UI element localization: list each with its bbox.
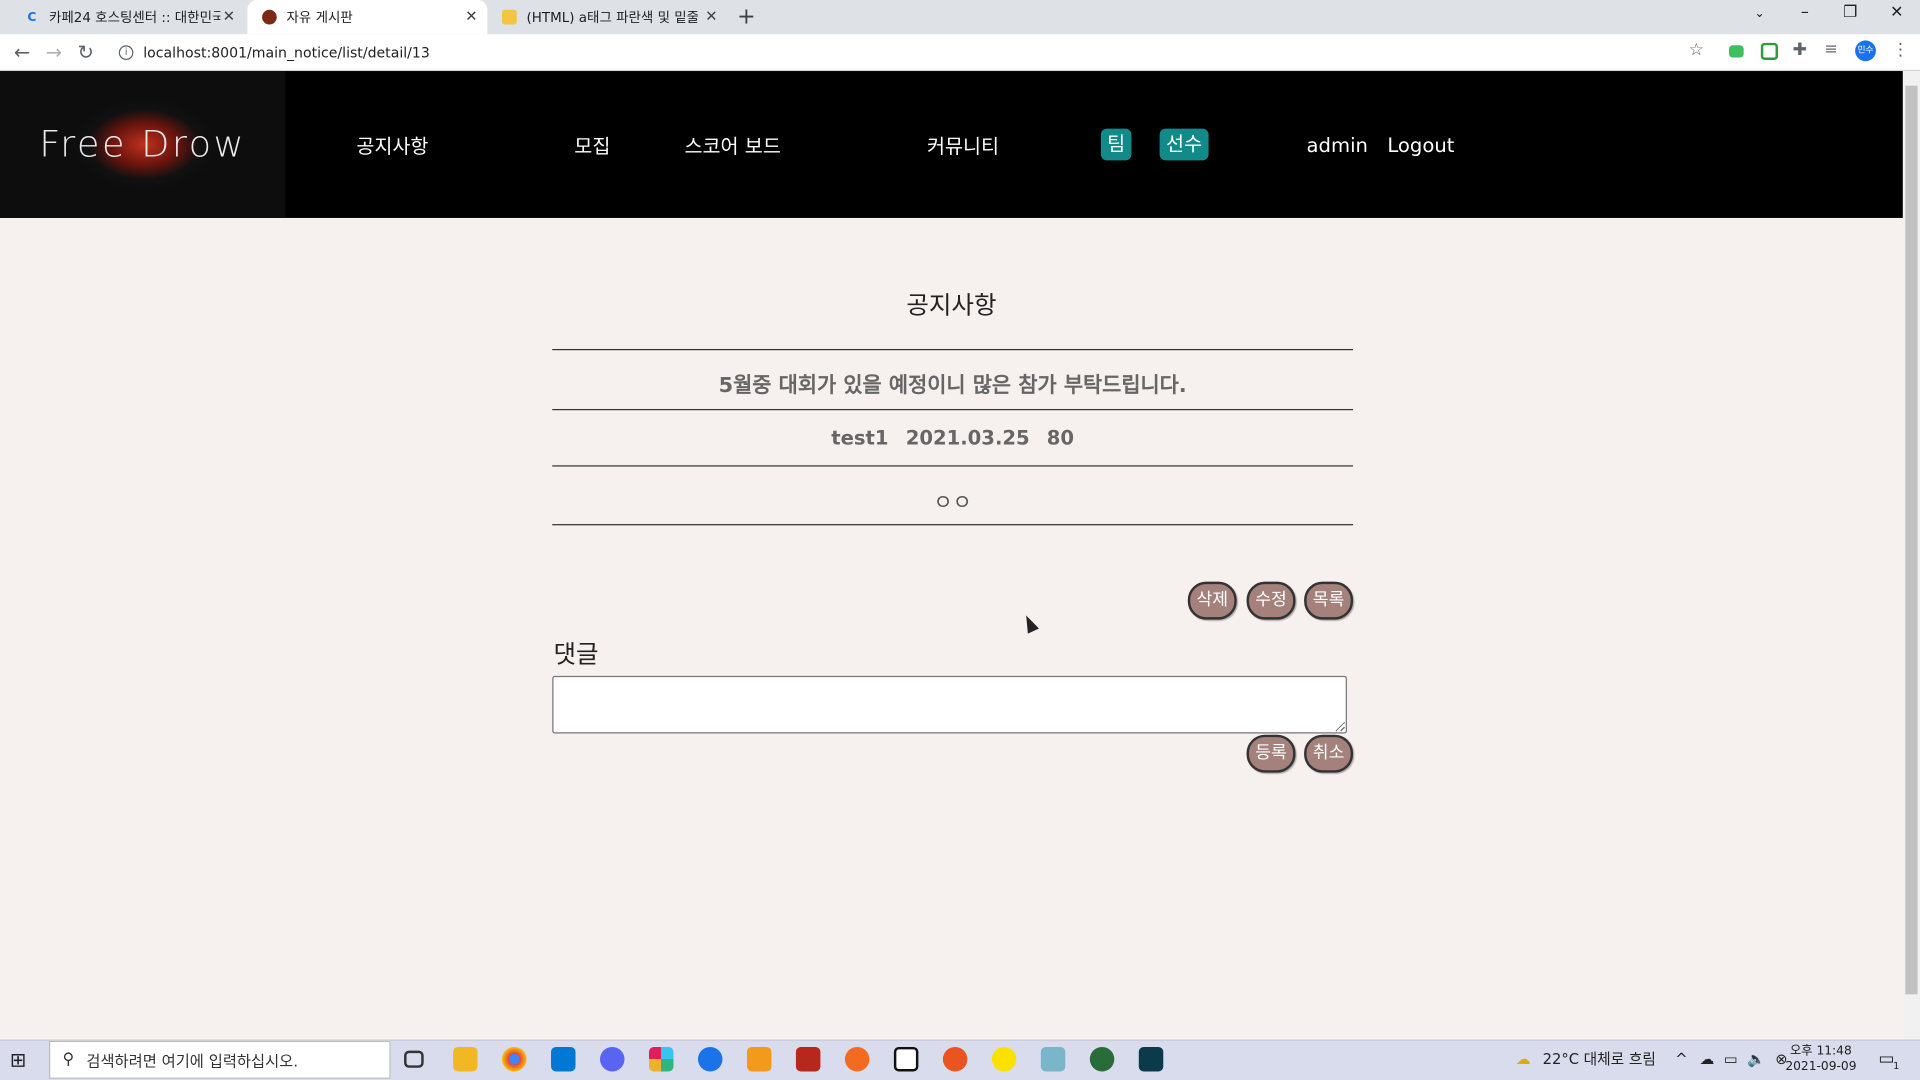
divider bbox=[552, 408, 1354, 411]
tab-title: (HTML) a태그 파란색 및 밑줄 없 bbox=[526, 9, 698, 26]
site-logo[interactable]: Free Drow bbox=[0, 71, 286, 218]
close-window-icon[interactable]: ✕ bbox=[1878, 4, 1915, 22]
tab-title: 자유 게시판 bbox=[286, 9, 353, 26]
blog-favicon-icon bbox=[502, 9, 517, 25]
tab-search-chevron-icon[interactable]: ⌄ bbox=[1742, 7, 1776, 20]
taskbar-clock[interactable]: 오후 11:48 2021-09-09 bbox=[1785, 1043, 1856, 1075]
weather-icon: ☁ bbox=[1515, 1050, 1531, 1068]
search-icon: ⚲ bbox=[62, 1050, 75, 1069]
ubuntu-icon[interactable] bbox=[942, 1046, 968, 1072]
edit-button[interactable]: 수정 bbox=[1246, 581, 1296, 620]
postman-icon[interactable] bbox=[844, 1046, 870, 1072]
comment-submit-button[interactable]: 등록 bbox=[1246, 734, 1296, 773]
delete-button[interactable]: 삭제 bbox=[1187, 581, 1237, 620]
nav-username[interactable]: admin bbox=[1307, 133, 1368, 156]
clock-date: 2021-09-09 bbox=[1785, 1060, 1857, 1074]
clock-time: 오후 11:48 bbox=[1790, 1044, 1852, 1058]
nav-scoreboard-link[interactable]: 스코어 보드 bbox=[684, 130, 780, 159]
system-tray: ☁ 22°C 대체로 흐림 ^ ☁ ▭ 🔈 ⊗ bbox=[1516, 1048, 1788, 1069]
heidisql-icon[interactable] bbox=[1089, 1046, 1115, 1072]
cafe24-favicon-icon: C bbox=[27, 10, 37, 24]
file-explorer-icon[interactable] bbox=[453, 1046, 478, 1072]
tab-title: 카페24 호스팅센터 :: 대한민국 N bbox=[48, 9, 221, 26]
extension-green-icon[interactable] bbox=[1728, 45, 1744, 58]
volume-icon[interactable]: 🔈 bbox=[1747, 1051, 1765, 1068]
post-meta: test1 2021.03.25 80 bbox=[552, 426, 1353, 449]
browser-tab-active[interactable]: 자유 게시판 ✕ bbox=[247, 0, 488, 35]
comment-cancel-button[interactable]: 취소 bbox=[1304, 734, 1354, 773]
page-title: 공지사항 bbox=[906, 290, 997, 320]
kakaotalk-icon[interactable] bbox=[991, 1046, 1017, 1072]
taskbar-search-placeholder: 검색하려면 여기에 입력하십시오. bbox=[86, 1051, 299, 1071]
vscode-icon[interactable] bbox=[551, 1046, 576, 1072]
filezilla-icon[interactable] bbox=[795, 1046, 821, 1072]
browser-tab[interactable]: C 카페24 호스팅센터 :: 대한민국 N ✕ bbox=[10, 0, 245, 34]
close-tab-icon[interactable]: ✕ bbox=[465, 7, 477, 24]
scrollbar-thumb[interactable] bbox=[1905, 85, 1918, 995]
notification-count: 1 bbox=[1893, 1060, 1900, 1072]
post-title: 5월중 대회가 있을 예정이니 많은 참가 부탁드립니다. bbox=[718, 373, 1187, 398]
sublime-icon[interactable] bbox=[746, 1046, 772, 1072]
taskbar-search-box[interactable]: ⚲ 검색하려면 여기에 입력하십시오. bbox=[48, 1040, 391, 1079]
chrome-icon[interactable] bbox=[502, 1046, 527, 1072]
browser-menu-icon[interactable]: ⋮ bbox=[1892, 40, 1909, 60]
nav-logout-link[interactable]: Logout bbox=[1387, 133, 1454, 156]
address-bar[interactable]: i localhost:8001/main_notice/list/detail… bbox=[110, 39, 1715, 67]
extensions-puzzle-icon[interactable]: ✚ bbox=[1793, 40, 1807, 60]
task-view-icon[interactable] bbox=[404, 1050, 424, 1068]
post-author: test1 bbox=[831, 426, 889, 450]
windows-start-icon[interactable]: ⊞ bbox=[10, 1048, 26, 1071]
divider bbox=[552, 348, 1354, 351]
onedrive-icon[interactable]: ☁ bbox=[1700, 1051, 1715, 1068]
nav-player-button[interactable]: 선수 bbox=[1159, 128, 1209, 161]
extension-tv-icon[interactable] bbox=[1760, 42, 1778, 61]
close-tab-icon[interactable]: ✕ bbox=[223, 7, 235, 24]
slack-icon[interactable] bbox=[648, 1046, 674, 1072]
app-icon[interactable] bbox=[1040, 1046, 1066, 1072]
bookmark-star-icon[interactable]: ☆ bbox=[1689, 40, 1704, 60]
site-info-icon[interactable]: i bbox=[118, 45, 134, 61]
discord-icon[interactable] bbox=[600, 1046, 625, 1072]
back-arrow-icon[interactable]: ← bbox=[10, 40, 34, 63]
post-views: 80 bbox=[1046, 426, 1075, 450]
mouse-cursor-icon bbox=[1020, 612, 1039, 634]
forward-arrow-icon[interactable]: → bbox=[42, 40, 66, 63]
nav-team-button[interactable]: 팀 bbox=[1100, 128, 1132, 161]
profile-avatar[interactable]: 민수 bbox=[1855, 40, 1876, 62]
list-button[interactable]: 목록 bbox=[1304, 581, 1354, 620]
comment-textarea[interactable] bbox=[552, 675, 1347, 734]
new-tab-plus-icon[interactable]: + bbox=[737, 4, 755, 30]
logo-text: Free Drow bbox=[39, 123, 247, 166]
restore-window-icon[interactable]: ❐ bbox=[1832, 4, 1869, 22]
reload-icon[interactable]: ↻ bbox=[73, 40, 97, 63]
divider bbox=[552, 524, 1354, 526]
weather-text[interactable]: 22°C 대체로 흐림 bbox=[1543, 1051, 1656, 1068]
basketball-favicon-icon bbox=[262, 9, 277, 25]
tray-chevron-icon[interactable]: ^ bbox=[1675, 1051, 1687, 1068]
reading-list-icon[interactable]: ≡ bbox=[1825, 40, 1838, 58]
url-text: localhost:8001/main_notice/list/detail/1… bbox=[143, 44, 430, 62]
league-of-legends-icon[interactable] bbox=[1138, 1046, 1164, 1072]
divider bbox=[552, 465, 1354, 467]
minimize-window-icon[interactable]: – bbox=[1787, 4, 1824, 22]
browser-tab[interactable]: (HTML) a태그 파란색 및 밑줄 없 ✕ bbox=[487, 0, 727, 34]
nav-notice-link[interactable]: 공지사항 bbox=[356, 130, 428, 159]
notion-icon[interactable] bbox=[893, 1046, 919, 1072]
nav-community-link[interactable]: 커뮤니티 bbox=[927, 130, 999, 159]
post-body: ㅇㅇ bbox=[933, 491, 972, 516]
post-date: 2021.03.25 bbox=[905, 426, 1030, 450]
close-tab-icon[interactable]: ✕ bbox=[705, 7, 717, 24]
browser-tab-strip: C 카페24 호스팅센터 :: 대한민국 N ✕ 자유 게시판 ✕ (HTML)… bbox=[0, 0, 1920, 35]
maps-icon[interactable] bbox=[697, 1046, 723, 1072]
network-icon[interactable]: ▭ bbox=[1724, 1051, 1738, 1068]
comment-label: 댓글 bbox=[553, 639, 599, 669]
nav-recruit-link[interactable]: 모집 bbox=[574, 130, 610, 159]
